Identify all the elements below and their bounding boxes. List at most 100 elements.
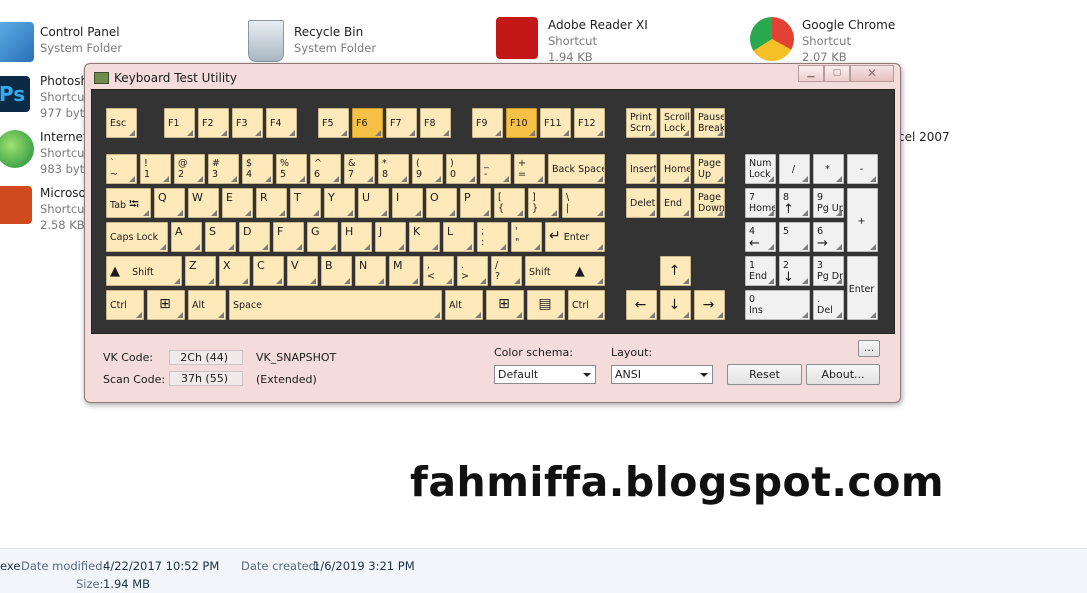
key-arrow-down[interactable]: ↓ [660,290,691,320]
key-quote[interactable]: ' " [511,222,542,252]
key-right-alt[interactable]: Alt [445,290,483,320]
key-arrow-right[interactable]: → [694,290,725,320]
key-3[interactable]: #3 [208,154,239,184]
maximize-button[interactable]: ▢ [824,65,850,82]
key-m[interactable]: M [389,256,420,286]
key-num-1[interactable]: 1 End [745,256,776,286]
key-num-multiply[interactable]: * [813,154,844,184]
desktop-icon-internet[interactable]: Internet Shortcu 983 byte [0,126,91,176]
key-insert[interactable]: Insert [626,154,657,184]
key-y[interactable]: Y [324,188,355,218]
key-backspace[interactable]: Back Space [548,154,605,184]
key-period[interactable]: . > [457,256,488,286]
key-f6[interactable]: F6 [352,108,383,138]
key-minus[interactable]: _ - [480,154,511,184]
key-pause[interactable]: Pause Break [694,108,725,138]
key-l[interactable]: L [443,222,474,252]
key-x[interactable]: X [219,256,250,286]
key-num-enter[interactable]: Enter [847,256,878,320]
key-j[interactable]: J [375,222,406,252]
key-print-screen[interactable]: Print Scrn [626,108,657,138]
color-schema-select[interactable]: Default [494,365,596,384]
desktop-icon-microsoft[interactable]: Microso Shortcu 2.58 KB [0,182,90,232]
key-f2[interactable]: F2 [198,108,229,138]
key-space[interactable]: Space [229,290,442,320]
key-semicolon[interactable]: ;: [477,222,508,252]
key-n[interactable]: N [355,256,386,286]
key-esc[interactable]: Esc [106,108,137,138]
key-2[interactable]: @2 [174,154,205,184]
desktop-icon-excel[interactable]: cel 2007 [898,128,978,148]
key-right-bracket[interactable]: ]} [528,188,559,218]
key-num-5[interactable]: 5 [779,222,810,252]
key-left-windows[interactable]: ⊞ [147,290,185,320]
key-left-bracket[interactable]: [{ [494,188,525,218]
title-bar[interactable]: Keyboard Test Utility ▁ ▢ ✕ [85,64,900,90]
minimize-button[interactable]: ▁ [798,65,824,82]
key-scroll-lock[interactable]: Scroll Lock [660,108,691,138]
desktop-icon-control-panel[interactable]: Control Panel System Folder [0,20,130,62]
key-right-ctrl[interactable]: Ctrl [568,290,605,320]
reset-button[interactable]: Reset [727,364,802,385]
key-num-6[interactable]: 6 → [813,222,844,252]
key-e[interactable]: E [222,188,253,218]
key-b[interactable]: B [321,256,352,286]
key-num-decimal[interactable]: . Del [813,290,844,320]
key-num-subtract[interactable]: - [847,154,878,184]
key-backslash[interactable]: \ | [562,188,605,218]
desktop-icon-recycle-bin[interactable]: Recycle Bin System Folder [244,20,384,62]
key-num-9[interactable]: 9 Pg Up [813,188,844,218]
key-enter[interactable]: ↵ Enter [545,222,605,252]
key-arrow-up[interactable]: ↑ [660,256,691,286]
key-k[interactable]: K [409,222,440,252]
key-caps-lock[interactable]: Caps Lock [106,222,168,252]
key-z[interactable]: Z [185,256,216,286]
key-num-add[interactable]: + [847,188,878,252]
key-d[interactable]: D [239,222,270,252]
key-o[interactable]: O [426,188,457,218]
key-num-lock[interactable]: Num Lock [745,154,776,184]
key-1[interactable]: ! 1 [140,154,171,184]
key-4[interactable]: $4 [242,154,273,184]
key-num-2[interactable]: 2 ↓ [779,256,810,286]
key-s[interactable]: S [205,222,236,252]
key-f7[interactable]: F7 [386,108,417,138]
key-f9[interactable]: F9 [472,108,503,138]
key-f1[interactable]: F1 [164,108,195,138]
key-a[interactable]: A [171,222,202,252]
desktop-icon-photoshop[interactable]: Ps Photosh Shortcu 977 byte [0,70,91,120]
key-right-windows[interactable]: ⊞ [486,290,524,320]
key-num-4[interactable]: 4 ← [745,222,776,252]
key-page-up[interactable]: Page Up [694,154,725,184]
key-0[interactable]: ) 0 [446,154,477,184]
key-left-ctrl[interactable]: Ctrl [106,290,144,320]
key-num-7[interactable]: 7 Home [745,188,776,218]
key-num-divide[interactable]: / [779,154,810,184]
key-end[interactable]: End [660,188,691,218]
key-q[interactable]: Q [154,188,185,218]
key-arrow-left[interactable]: ← [626,290,657,320]
key-t[interactable]: T [290,188,321,218]
key-6[interactable]: ^ 6 [310,154,341,184]
key-left-shift[interactable]: ▲ Shift [106,256,182,286]
key-tab[interactable]: Tab ⭾ [106,188,151,218]
key-7[interactable]: & 7 [344,154,375,184]
key-f8[interactable]: F8 [420,108,451,138]
key-v[interactable]: V [287,256,318,286]
key-left-alt[interactable]: Alt [188,290,226,320]
key-page-down[interactable]: Page Down [694,188,725,218]
key-i[interactable]: I [392,188,423,218]
key-right-shift[interactable]: Shift ▲ [525,256,605,286]
key-w[interactable]: W [188,188,219,218]
key-f3[interactable]: F3 [232,108,263,138]
key-5[interactable]: % 5 [276,154,307,184]
key-8[interactable]: * 8 [378,154,409,184]
key-backtick[interactable]: ` ~ [106,154,137,184]
key-r[interactable]: R [256,188,287,218]
close-button[interactable]: ✕ [850,65,894,82]
key-delete[interactable]: Delete [626,188,657,218]
key-g[interactable]: G [307,222,338,252]
key-f11[interactable]: F11 [540,108,571,138]
key-f4[interactable]: F4 [266,108,297,138]
key-slash[interactable]: /? [491,256,522,286]
